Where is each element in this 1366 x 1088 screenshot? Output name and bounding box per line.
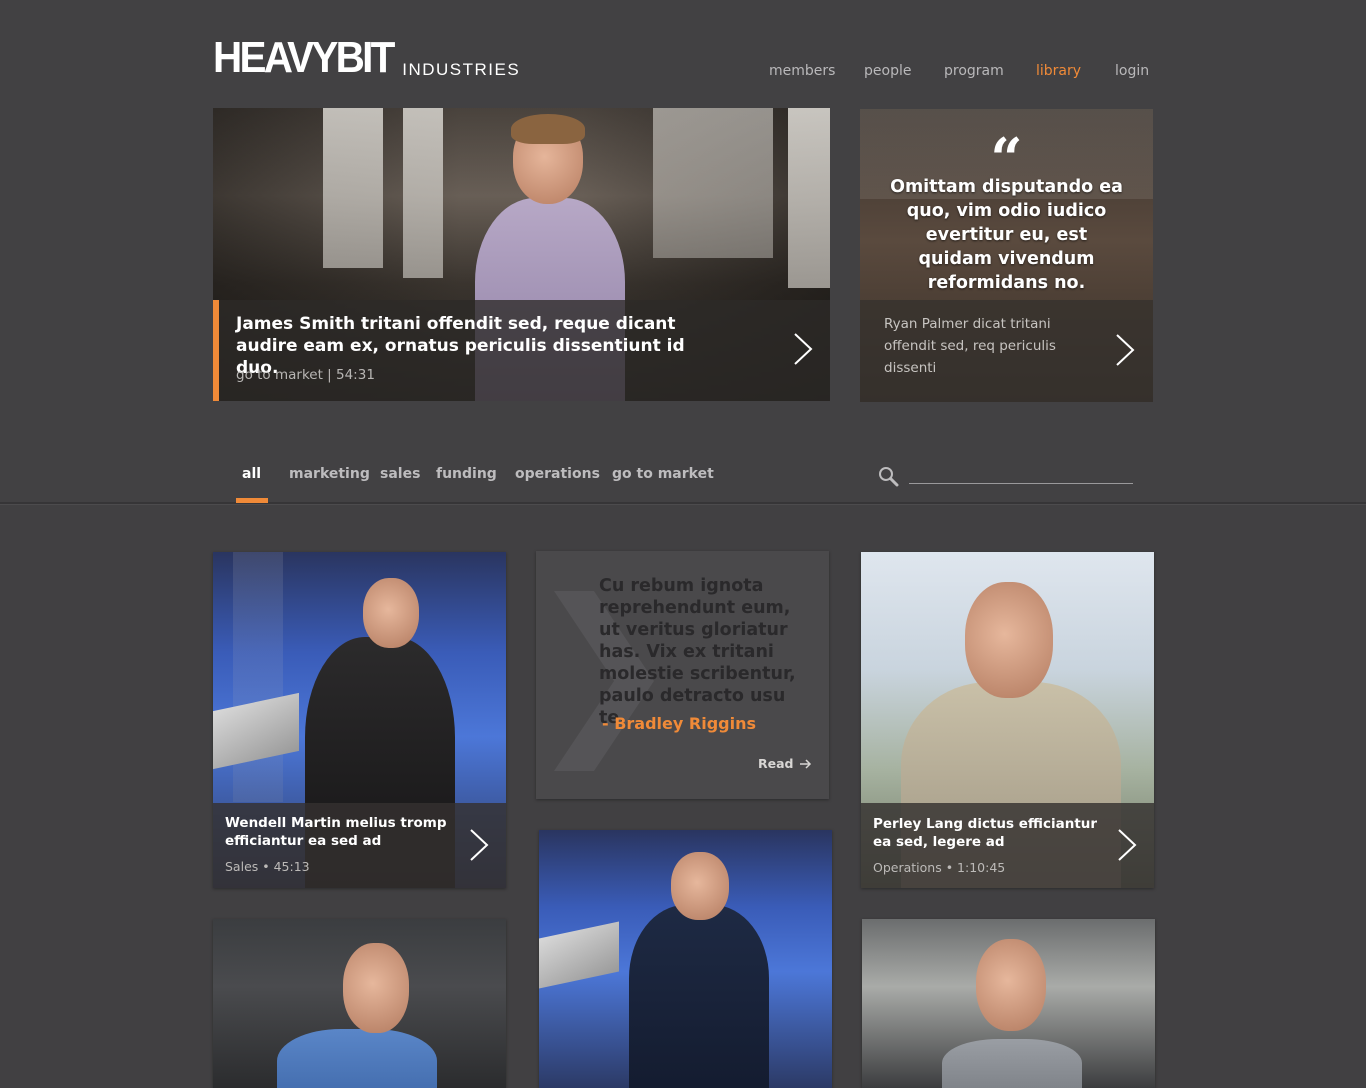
quote-feature[interactable]: “ Omittam disputando ea quo, vim odio iu… <box>860 109 1153 402</box>
chevron-right-icon[interactable] <box>1115 333 1135 367</box>
tab-funding[interactable]: funding <box>436 466 497 482</box>
card-title[interactable]: Wendell Martin melius tromp efficiantur … <box>225 814 455 850</box>
nav-program[interactable]: program <box>944 63 1004 79</box>
filter-tabs: all marketing sales funding operations g… <box>0 466 1366 506</box>
nav-library[interactable]: library <box>1036 63 1081 79</box>
search-icon[interactable] <box>878 466 900 488</box>
hero-accent-stripe <box>213 300 219 401</box>
laptop <box>539 921 619 989</box>
video-card[interactable]: Wendell Martin melius tromp efficiantur … <box>213 552 506 888</box>
laptop <box>213 692 299 770</box>
read-link[interactable]: Read <box>758 756 812 771</box>
text-quote: Cu rebum ignota reprehendunt eum, ut ver… <box>599 576 796 728</box>
video-card[interactable]: Perley Lang dictus efficiantur ea sed, l… <box>861 552 1154 888</box>
speaker-figure <box>277 1029 437 1088</box>
nav-members[interactable]: members <box>769 63 835 79</box>
text-quote-card[interactable]: Cu rebum ignota reprehendunt eum, ut ver… <box>536 551 829 799</box>
tab-marketing[interactable]: marketing <box>289 466 370 482</box>
video-card[interactable] <box>539 830 832 1088</box>
chevron-right-icon[interactable] <box>469 828 489 862</box>
card-title[interactable]: Perley Lang dictus efficiantur ea sed, l… <box>873 815 1103 851</box>
video-card[interactable] <box>213 919 506 1088</box>
tab-go-to-market[interactable]: go to market <box>612 466 714 482</box>
chevron-right-icon[interactable] <box>1117 828 1137 862</box>
main-nav: members people program library login <box>0 63 1366 83</box>
quote-text: Omittam disputando ea quo, vim odio iudi… <box>890 177 1123 293</box>
video-card[interactable] <box>862 919 1155 1088</box>
hero-feature[interactable]: James Smith tritani offendit sed, reque … <box>213 108 830 401</box>
tab-sales[interactable]: sales <box>380 466 420 482</box>
chevron-right-icon[interactable] <box>793 332 813 366</box>
speaker-figure <box>942 1039 1082 1088</box>
read-label: Read <box>758 756 794 771</box>
quote-caption[interactable]: Ryan Palmer dicat tritani offendit sed, … <box>884 313 1084 379</box>
tab-operations[interactable]: operations <box>515 466 600 482</box>
nav-login[interactable]: login <box>1115 63 1149 79</box>
speaker-figure <box>629 905 769 1088</box>
search-input[interactable] <box>909 466 1133 484</box>
hero-meta: go to market | 54:31 <box>236 367 375 383</box>
text-author: - Bradley Riggins <box>602 714 756 733</box>
nav-people[interactable]: people <box>864 63 911 79</box>
tab-all[interactable]: all <box>242 466 261 482</box>
active-tab-indicator <box>236 498 268 503</box>
arrow-right-icon <box>799 758 811 769</box>
card-meta: Sales • 45:13 <box>225 859 310 874</box>
card-meta: Operations • 1:10:45 <box>873 860 1006 875</box>
